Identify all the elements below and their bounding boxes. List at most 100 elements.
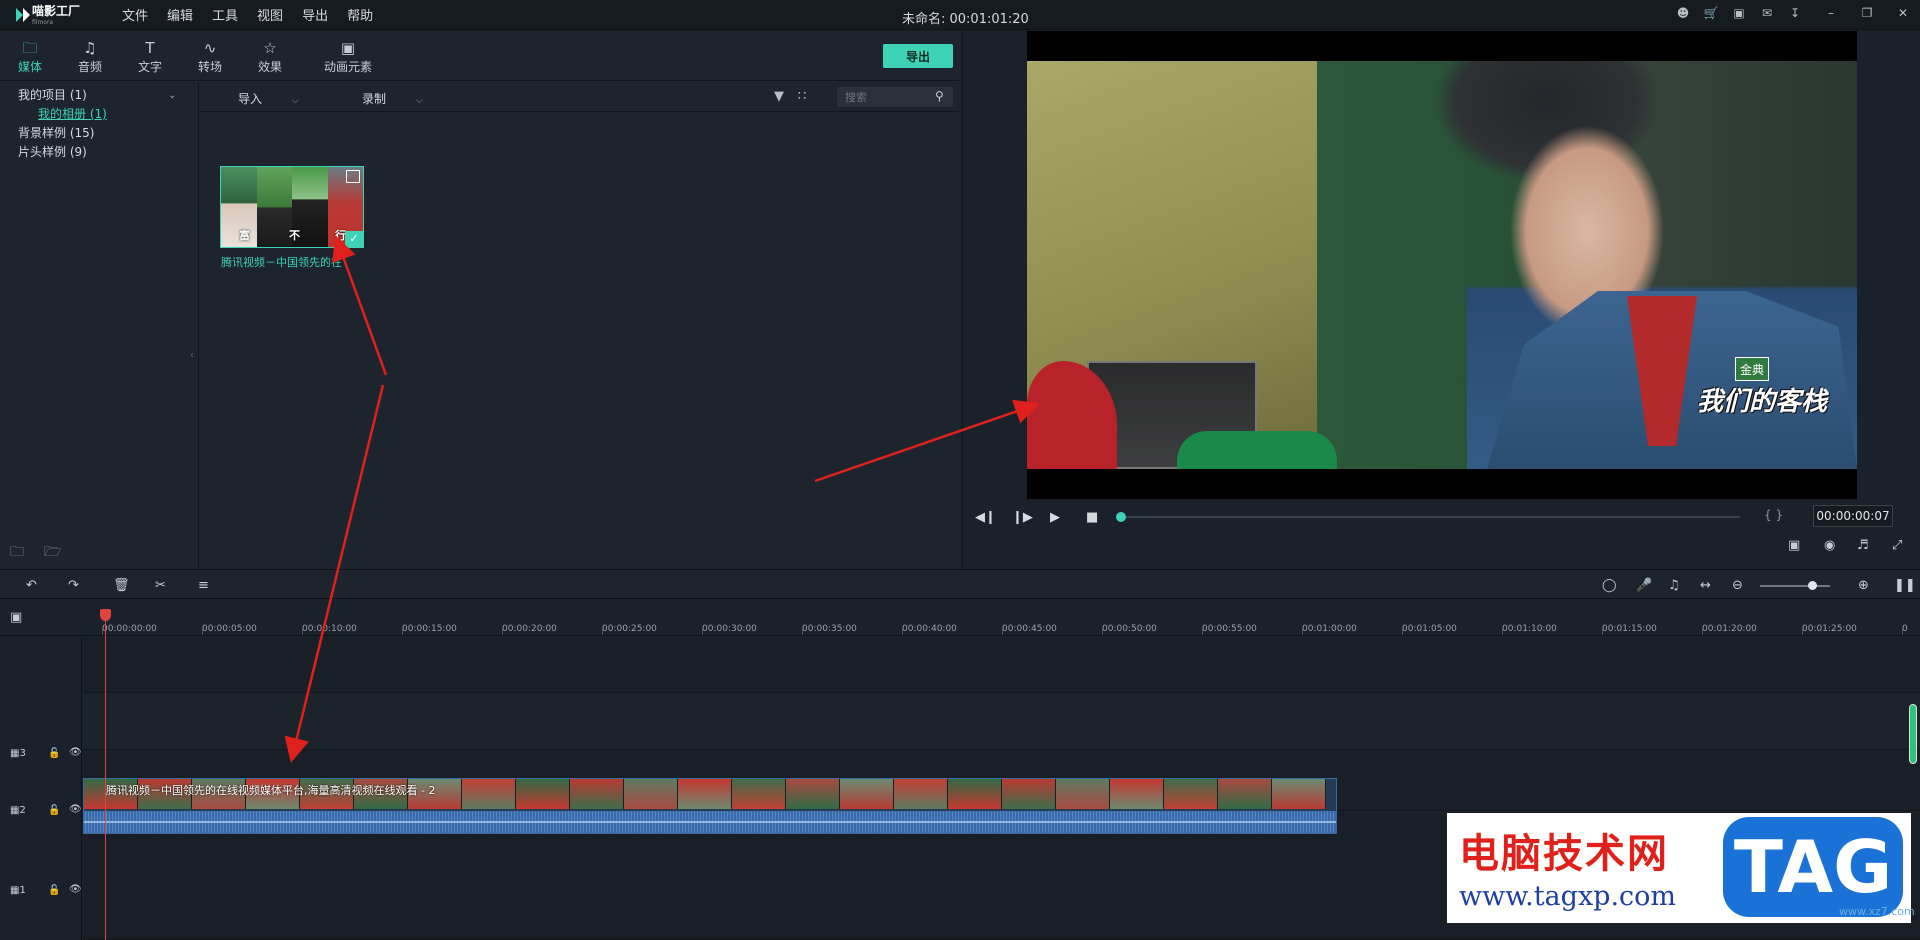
download-icon[interactable]: ↧ <box>1788 6 1802 20</box>
scene-pillow <box>1177 431 1337 469</box>
cart-icon[interactable]: 🛒 <box>1704 6 1719 20</box>
text-icon: T <box>145 38 155 57</box>
zoom-slider-handle[interactable] <box>1808 581 1817 590</box>
track-2-header: ▦2 <box>10 805 26 816</box>
next-frame-icon[interactable]: ❙▶ <box>1012 510 1033 525</box>
delete-icon[interactable]: 🗑 <box>113 578 130 593</box>
ruler-tick <box>1902 627 1903 635</box>
eye-icon[interactable]: 👁 <box>69 884 82 895</box>
add-track-icon[interactable]: ▣ <box>10 610 22 625</box>
user-icon[interactable]: ☻ <box>1676 6 1690 20</box>
ruler-time-label: 00:00:20:00 <box>502 624 557 634</box>
ruler-time-label: 00:00:50:00 <box>1102 624 1157 634</box>
restore-icon[interactable]: ❐ <box>1860 6 1874 20</box>
export-button[interactable]: 导出 <box>883 44 953 68</box>
clip-frame <box>570 779 624 809</box>
filter-icon[interactable]: ▼ <box>774 89 784 104</box>
menu-tools[interactable]: 工具 <box>212 5 238 24</box>
tree-item-intro-samples[interactable]: 片头样例 (9) <box>0 143 198 162</box>
stop-icon[interactable]: ■ <box>1086 510 1098 525</box>
scrubber-handle[interactable] <box>1116 512 1126 522</box>
menu-help[interactable]: 帮助 <box>347 5 373 24</box>
fullscreen-icon[interactable]: ⤢ <box>1892 538 1902 553</box>
tab-audio[interactable]: ♫ 音频 <box>60 31 120 81</box>
marker-icon[interactable]: ◯ <box>1602 578 1617 593</box>
track-1-header: ▦1 <box>10 885 26 896</box>
lock-icon[interactable]: 🔓 <box>48 748 60 759</box>
tab-text[interactable]: T 文字 <box>120 31 180 81</box>
lock-icon[interactable]: 🔓 <box>48 885 60 896</box>
playhead-handle[interactable] <box>100 609 111 621</box>
tab-effects[interactable]: ☆ 效果 <box>240 31 300 81</box>
zoom-out-icon[interactable]: ⊖ <box>1732 578 1743 593</box>
vertical-scrollbar[interactable] <box>1909 704 1917 764</box>
tree-item-my-album[interactable]: 我的相册 (1) <box>0 105 198 124</box>
eye-icon[interactable]: 👁 <box>69 804 82 815</box>
video-clip[interactable]: 腾讯视频－中国领先的在线视频媒体平台,海量高清视频在线观看 - 2 <box>83 778 1337 834</box>
logo-text: 喵影工厂 <box>32 3 81 18</box>
mail-icon[interactable]: ✉ <box>1760 6 1774 20</box>
tab-elements[interactable]: ▣ 动画元素 <box>300 31 396 81</box>
ruler-time-label: 00:00:00:00 <box>102 624 157 634</box>
playhead[interactable] <box>105 612 106 940</box>
thumb-frame <box>256 167 292 247</box>
clip-frame <box>948 779 1002 809</box>
redo-icon[interactable]: ↷ <box>68 578 79 593</box>
ruler-tick <box>302 627 303 635</box>
play-icon[interactable]: ▶ <box>1050 510 1060 525</box>
delete-folder-icon[interactable]: 🗁 <box>44 541 64 560</box>
audio-mixer-icon[interactable]: ♫ <box>1668 578 1680 593</box>
minimize-icon[interactable]: – <box>1824 6 1838 20</box>
lock-icon[interactable]: 🔓 <box>48 805 60 816</box>
ruler-time-label: 00:00:45:00 <box>1002 624 1057 634</box>
media-item-label[interactable]: 腾讯视频－中国领先的在 <box>221 254 342 270</box>
close-icon[interactable]: ✕ <box>1896 6 1910 20</box>
watermark-tag-logo: TAG <box>1723 817 1903 917</box>
previous-frame-icon[interactable]: ◀❙ <box>975 510 996 525</box>
volume-icon[interactable]: ♬ <box>1857 538 1869 553</box>
menu-view[interactable]: 视图 <box>257 5 283 24</box>
ruler-tick <box>1302 627 1303 635</box>
tab-elements-label: 动画元素 <box>323 59 372 74</box>
new-folder-icon[interactable]: 🗀 <box>10 541 30 560</box>
fit-timeline-icon[interactable]: ↔ <box>1700 578 1711 593</box>
menu-edit[interactable]: 编辑 <box>167 5 193 24</box>
ruler-tick <box>102 627 103 635</box>
in-out-marker[interactable]: { } <box>1764 508 1783 522</box>
logo-subtitle: filmora <box>32 18 54 26</box>
title-actions: ☻ 🛒 ▣ ✉ ↧ – ❐ ✕ <box>1662 6 1910 20</box>
undo-icon[interactable]: ↶ <box>26 578 37 593</box>
search-icon[interactable]: ⚲ <box>935 89 944 103</box>
ruler-time-label: 00:01:10:00 <box>1502 624 1557 634</box>
tree-item-my-project[interactable]: 我的项目 (1) ⌄ <box>0 86 198 105</box>
zoom-in-icon[interactable]: ⊕ <box>1858 578 1869 593</box>
layout-toggle-icon[interactable]: ❚❚ <box>1894 578 1916 593</box>
cut-icon[interactable]: ✂ <box>155 578 166 593</box>
chevron-down-icon[interactable]: ⌄ <box>168 86 176 105</box>
microphone-icon[interactable]: 🎤 <box>1636 578 1652 593</box>
menu-export[interactable]: 导出 <box>302 5 328 24</box>
collapse-panel-handle[interactable]: ‹ <box>190 350 194 361</box>
clip-frame <box>786 779 840 809</box>
clip-frame <box>840 779 894 809</box>
tree-item-background-samples[interactable]: 背景样例 (15) <box>0 124 198 143</box>
zoom-slider[interactable] <box>1760 585 1830 587</box>
save-icon[interactable]: ▣ <box>1732 6 1746 20</box>
playback-scrubber[interactable] <box>1120 516 1740 518</box>
menu-file[interactable]: 文件 <box>122 5 148 24</box>
snapshot-icon[interactable]: ◉ <box>1824 538 1835 553</box>
grid-view-icon[interactable]: ∷ <box>798 89 806 104</box>
adjust-icon[interactable]: ≡ <box>198 578 209 593</box>
show-logo-watermark: 我们的客栈 <box>1697 387 1828 417</box>
title-bar: 喵影工厂 filmora 文件 编辑 工具 视图 导出 帮助 未命名: 00:0… <box>0 0 1920 30</box>
folder-icon: 🗀 <box>22 38 38 57</box>
media-thumbnail[interactable]: 富 不 行 ✓ <box>220 166 364 248</box>
record-dropdown[interactable]: 录制 ⌵ <box>362 90 423 107</box>
eye-icon[interactable]: 👁 <box>69 747 82 758</box>
tab-media[interactable]: 🗀 媒体 <box>0 31 60 81</box>
checkmark-icon: ✓ <box>345 231 363 247</box>
import-dropdown[interactable]: 导入 ⌵ <box>238 90 299 107</box>
render-preview-icon[interactable]: ▣ <box>1788 538 1800 553</box>
tab-transition[interactable]: ∿ 转场 <box>180 31 240 81</box>
chevron-down-icon: ⌵ <box>416 96 423 106</box>
